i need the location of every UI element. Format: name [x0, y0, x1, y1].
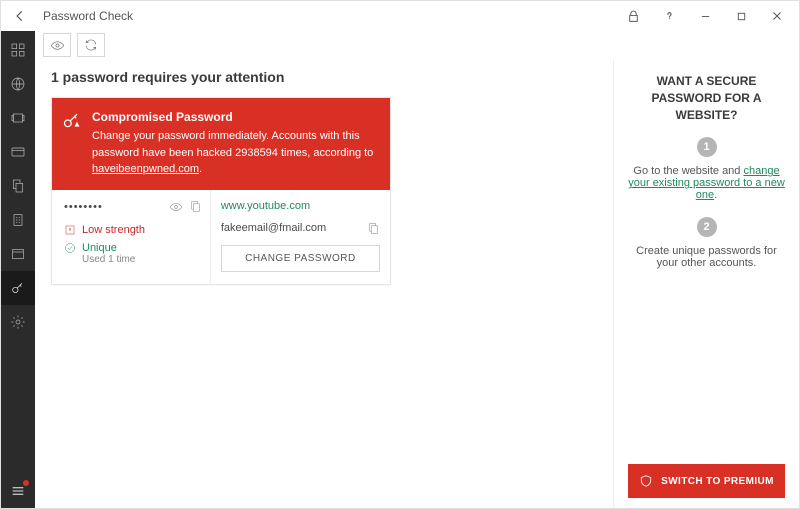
step-number-2: 2	[697, 217, 717, 237]
sidebar-item-settings[interactable]	[1, 305, 35, 339]
maximize-button[interactable]	[723, 1, 759, 31]
minimize-icon	[700, 11, 711, 22]
card-left-col: •••••••• Low strength	[52, 190, 211, 284]
titlebar: Password Check	[1, 1, 799, 31]
card-message: Change your password immediately. Accoun…	[92, 128, 378, 178]
toolbar	[35, 31, 799, 59]
tip-step-1-text: Go to the website and change your existi…	[628, 165, 785, 201]
key-icon	[10, 280, 26, 296]
menu-icon	[10, 483, 26, 499]
lock-icon	[627, 10, 640, 23]
sidebar-item-websites[interactable]	[1, 67, 35, 101]
refresh-icon	[84, 38, 98, 52]
sidebar-item-bankcards[interactable]	[1, 135, 35, 169]
lock-button[interactable]	[615, 1, 651, 31]
arrow-left-icon	[13, 9, 27, 23]
step-number-1: 1	[697, 137, 717, 157]
show-passwords-button[interactable]	[43, 33, 71, 57]
sidebar-item-password-check[interactable]	[1, 271, 35, 305]
sidebar	[1, 31, 35, 508]
building-icon	[10, 212, 26, 228]
unique-sub: Used 1 time	[82, 254, 202, 265]
password-row: ••••••••	[64, 200, 202, 214]
site-link[interactable]: www.youtube.com	[221, 200, 380, 212]
copy-password-button[interactable]	[189, 200, 202, 214]
gear-icon	[10, 314, 26, 330]
key-alert-icon	[62, 110, 82, 130]
refresh-button[interactable]	[77, 33, 105, 57]
sidebar-item-notes[interactable]	[1, 237, 35, 271]
switch-to-premium-button[interactable]: SWITCH TO PREMIUM	[628, 464, 785, 498]
sidebar-item-addresses[interactable]	[1, 203, 35, 237]
eye-icon	[169, 200, 183, 214]
premium-label: SWITCH TO PREMIUM	[661, 476, 774, 487]
card-body: •••••••• Low strength	[52, 190, 390, 284]
attention-title: 1 password requires your attention	[51, 69, 597, 85]
sidebar-item-notifications[interactable]	[1, 474, 35, 508]
window-icon	[10, 110, 26, 126]
tips-pane: WANT A SECURE PASSWORD FOR A WEBSITE? 1 …	[613, 59, 799, 508]
copy-email-button[interactable]	[367, 222, 380, 235]
eye-icon	[50, 38, 65, 53]
email-value: fakeemail@fmail.com	[221, 222, 326, 234]
back-button[interactable]	[5, 9, 35, 23]
window-title: Password Check	[43, 9, 615, 23]
card-icon	[10, 144, 26, 160]
content-row: 1 password requires your attention Compr…	[35, 59, 799, 508]
sidebar-item-applications[interactable]	[1, 101, 35, 135]
copy-icon	[367, 222, 380, 235]
titlebar-right	[615, 1, 795, 31]
tip-step-2-text: Create unique passwords for your other a…	[628, 245, 785, 269]
sidebar-item-documents[interactable]	[1, 169, 35, 203]
sidebar-item-dashboard[interactable]	[1, 33, 35, 67]
maximize-icon	[736, 11, 747, 22]
main-area: 1 password requires your attention Compr…	[35, 31, 799, 508]
reveal-password-button[interactable]	[169, 200, 183, 214]
check-circle-icon	[64, 242, 76, 254]
note-icon	[10, 246, 26, 262]
help-button[interactable]	[651, 1, 687, 31]
unique-label: Unique	[82, 242, 117, 254]
tip-step-1: 1 Go to the website and change your exis…	[628, 137, 785, 201]
dashboard-icon	[10, 42, 26, 58]
shield-icon	[639, 474, 653, 488]
tip-step-2: 2 Create unique passwords for your other…	[628, 217, 785, 269]
app-shell: 1 password requires your attention Compr…	[1, 31, 799, 508]
change-password-button[interactable]: CHANGE PASSWORD	[221, 245, 380, 272]
strength-metric: Low strength	[64, 224, 202, 236]
card-title: Compromised Password	[92, 108, 378, 126]
password-masked: ••••••••	[64, 201, 103, 213]
unique-metric: Unique	[64, 242, 202, 254]
email-row: fakeemail@fmail.com	[221, 222, 380, 235]
close-button[interactable]	[759, 1, 795, 31]
minimize-button[interactable]	[687, 1, 723, 31]
globe-icon	[10, 76, 26, 92]
close-icon	[771, 10, 783, 22]
help-icon	[663, 10, 676, 23]
compromised-password-card: Compromised Password Change your passwor…	[51, 97, 391, 285]
card-header: Compromised Password Change your passwor…	[52, 98, 390, 190]
copy-icon	[189, 200, 202, 213]
card-right-col: www.youtube.com fakeemail@fmail.com CHAN…	[211, 190, 390, 284]
hibp-link[interactable]: haveibeenpwned.com	[92, 163, 199, 175]
warning-icon	[64, 224, 76, 236]
tips-header: WANT A SECURE PASSWORD FOR A WEBSITE?	[628, 73, 785, 123]
documents-icon	[10, 178, 26, 194]
strength-label: Low strength	[82, 224, 145, 236]
left-pane: 1 password requires your attention Compr…	[35, 59, 613, 508]
